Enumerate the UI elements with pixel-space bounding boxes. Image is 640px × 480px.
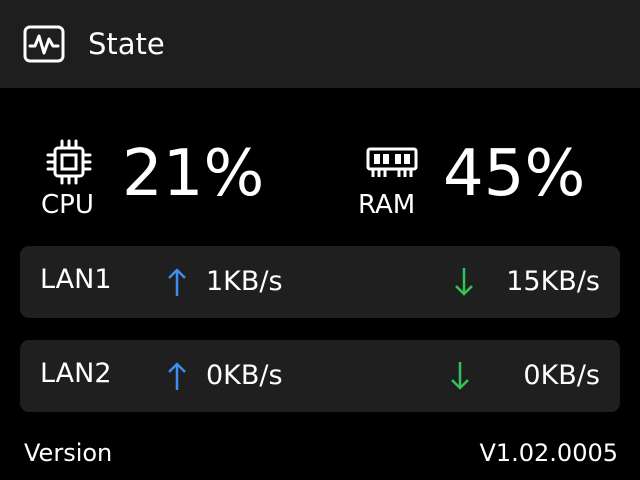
- network-name: LAN2: [40, 358, 112, 389]
- arrow-down-icon: [451, 362, 469, 390]
- version-label: Version: [24, 439, 113, 467]
- upload-rate: 0KB/s: [206, 360, 283, 391]
- network-card-lan2: LAN2 0KB/s 0KB/s: [20, 340, 620, 412]
- network-name: LAN1: [40, 264, 112, 295]
- title-bar: State: [0, 0, 640, 88]
- arrow-up-icon: [168, 268, 186, 296]
- ram-label: RAM: [358, 190, 416, 220]
- page-title: State: [88, 27, 165, 61]
- version-value: V1.02.0005: [479, 439, 618, 467]
- activity-monitor-icon: [23, 25, 65, 63]
- ram-value: 45%: [443, 137, 586, 211]
- download-rate: 15KB/s: [506, 266, 600, 297]
- cpu-value: 21%: [122, 137, 265, 211]
- memory-module-icon: [366, 147, 418, 177]
- arrow-up-icon: [168, 362, 186, 390]
- cpu-label: CPU: [41, 190, 94, 220]
- download-rate: 0KB/s: [523, 360, 600, 391]
- network-card-lan1: LAN1 1KB/s 15KB/s: [20, 246, 620, 318]
- cpu-chip-icon: [46, 139, 92, 185]
- upload-rate: 1KB/s: [206, 266, 283, 297]
- arrow-down-icon: [455, 268, 473, 296]
